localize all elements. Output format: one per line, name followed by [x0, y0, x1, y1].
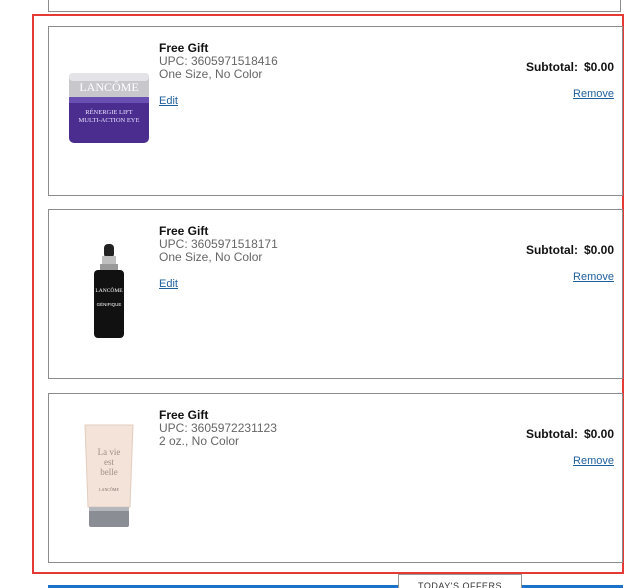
svg-text:GÉNIFIQUE: GÉNIFIQUE — [97, 301, 122, 307]
svg-text:RÉNERGIE LIFT: RÉNERGIE LIFT — [85, 108, 133, 116]
item-details: One Size, No Color — [159, 250, 263, 264]
subtotal-value: $0.00 — [583, 60, 614, 74]
cart-item: LANCÔME GÉNIFIQUE Free Gift UPC: 3605971… — [48, 209, 623, 379]
product-image[interactable]: La vie est belle LANCÔME — [59, 416, 159, 536]
cart-item: La vie est belle LANCÔME Free Gift UPC: … — [48, 393, 623, 563]
serum-bottle-icon: LANCÔME GÉNIFIQUE — [94, 244, 124, 338]
product-image[interactable]: LANCÔME RÉNERGIE LIFT MULTI-ACTION EYE — [59, 49, 159, 169]
item-subtotal: Subtotal: $0.00 — [526, 60, 614, 74]
subtotal-label: Subtotal: — [525, 243, 578, 257]
subtotal-label: Subtotal: — [525, 60, 578, 74]
item-details: One Size, No Color — [159, 67, 263, 81]
svg-text:LANCÔME: LANCÔME — [99, 487, 119, 492]
product-image[interactable]: LANCÔME GÉNIFIQUE — [59, 232, 159, 352]
remove-link[interactable]: Remove — [573, 455, 614, 467]
svg-text:La vie: La vie — [98, 447, 121, 457]
cart-item: LANCÔME RÉNERGIE LIFT MULTI-ACTION EYE F… — [48, 26, 623, 196]
previous-cart-item-card — [48, 0, 621, 12]
svg-text:belle: belle — [100, 467, 118, 477]
svg-text:est: est — [104, 457, 114, 467]
eye-cream-jar-icon: LANCÔME RÉNERGIE LIFT MULTI-ACTION EYE — [69, 73, 149, 143]
remove-link[interactable]: Remove — [573, 271, 614, 283]
subtotal-value: $0.00 — [583, 427, 614, 441]
remove-link[interactable]: Remove — [573, 88, 614, 100]
svg-text:LANCÔME: LANCÔME — [95, 286, 123, 294]
subtotal-value: $0.00 — [583, 243, 614, 257]
edit-link[interactable]: Edit — [159, 95, 178, 107]
subtotal-label: Subtotal: — [525, 427, 578, 441]
item-subtotal: Subtotal: $0.00 — [526, 427, 614, 441]
item-details: 2 oz., No Color — [159, 434, 240, 448]
lotion-tube-icon: La vie est belle LANCÔME — [84, 424, 134, 527]
item-subtotal: Subtotal: $0.00 — [526, 243, 614, 257]
svg-text:MULTI-ACTION EYE: MULTI-ACTION EYE — [79, 117, 140, 124]
edit-link[interactable]: Edit — [159, 278, 178, 290]
svg-text:LANCÔME: LANCÔME — [79, 80, 138, 94]
todays-offers-tab[interactable]: TODAY'S OFFERS — [398, 574, 522, 588]
